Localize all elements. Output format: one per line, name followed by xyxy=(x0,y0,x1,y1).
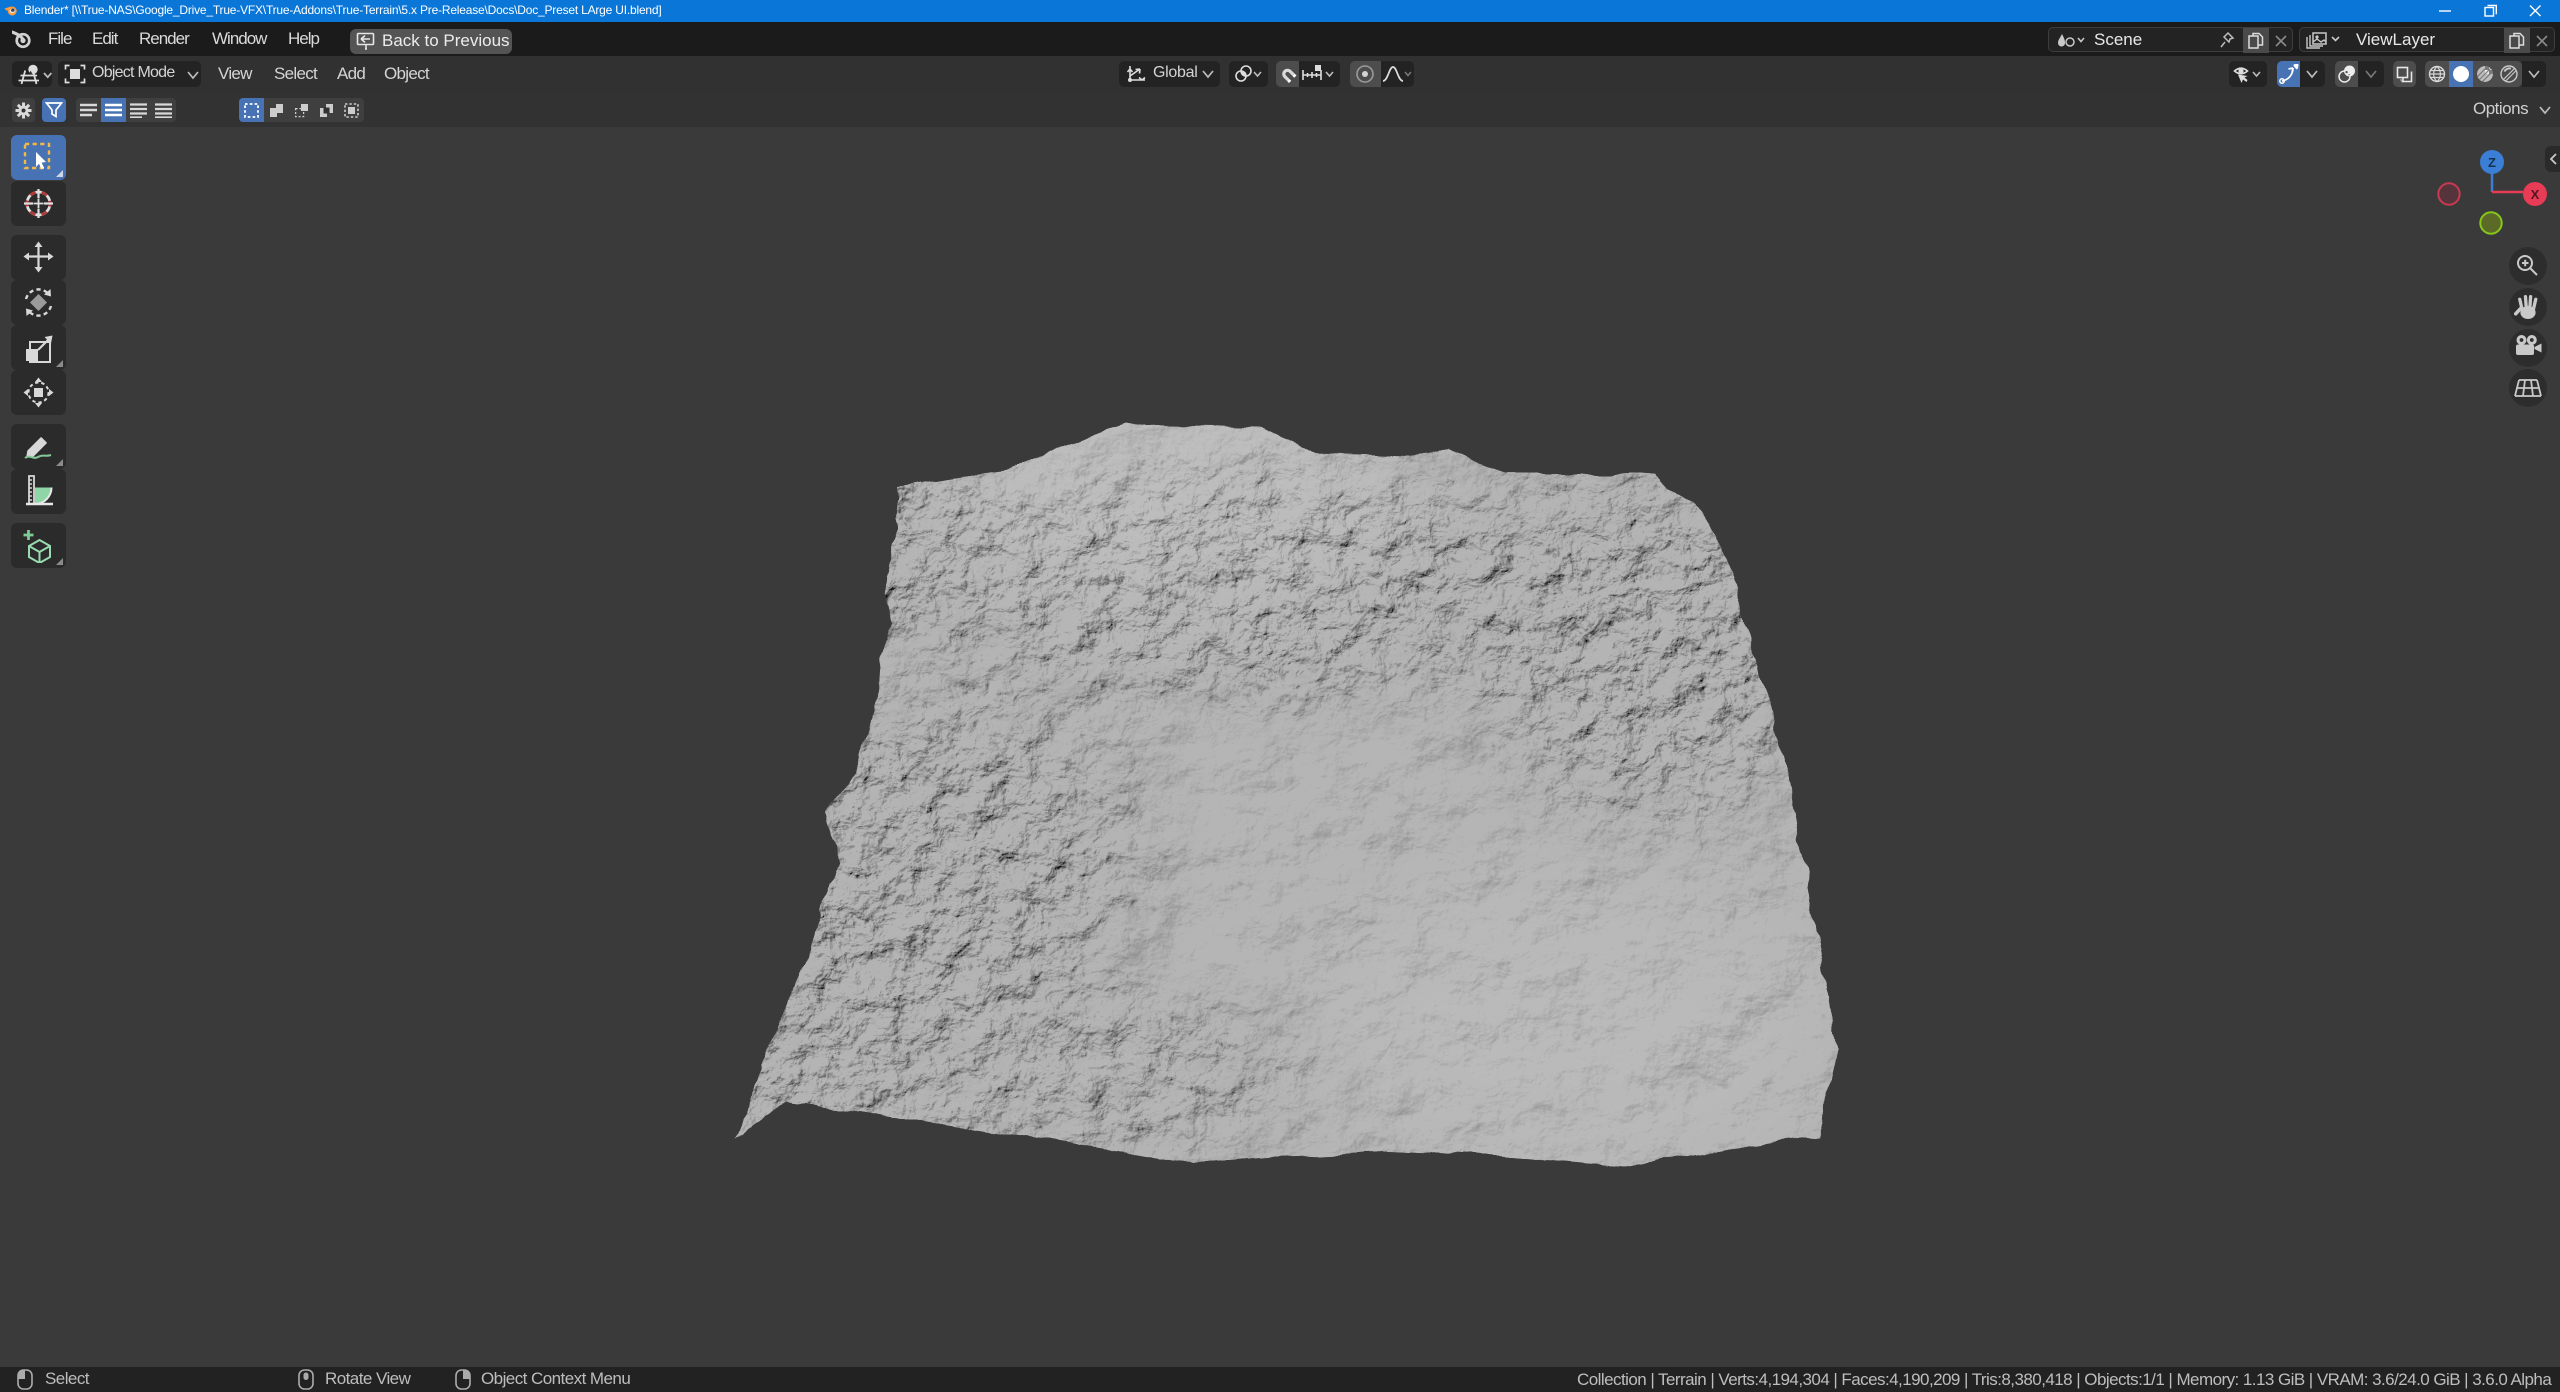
svg-text:X: X xyxy=(2531,187,2540,202)
svg-text:Z: Z xyxy=(2488,155,2496,170)
